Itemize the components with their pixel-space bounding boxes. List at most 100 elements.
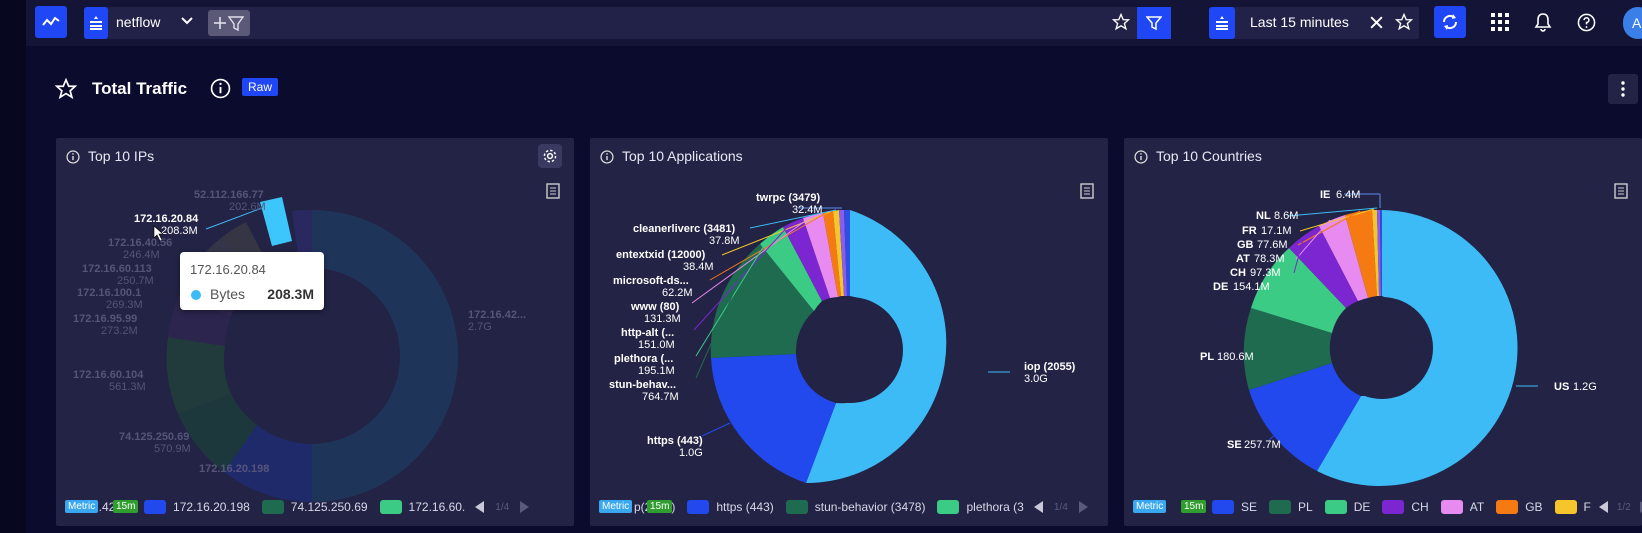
legend-swatch [1382,500,1405,514]
country-label-fr: FR [1242,225,1257,237]
refresh-button[interactable] [1434,6,1466,38]
legend-label: 172.16.60. [408,500,466,514]
index-name[interactable]: netflow [116,14,160,30]
legend-label: plethora (3 [966,500,1024,514]
raw-badge-label: Raw [248,80,273,94]
pager-next-icon[interactable] [519,501,530,513]
country-label-ch: CH [1230,267,1246,279]
more-options-button[interactable] [1608,74,1638,104]
legend-item[interactable]: https (443) [687,500,774,514]
app-label-http-alt: http-alt (... [621,327,674,339]
app-value-microsoft: 62.2M [662,287,693,299]
country-label-gb: GB [1237,239,1254,251]
ip-label-9: 172.16.20.198 [199,463,269,475]
legend-label: DE [1353,500,1371,514]
legend-item[interactable]: plethora (3 [937,500,1024,514]
country-value-gb: 77.6M [1257,239,1288,251]
app-label-iop: iop (2055) [1024,361,1076,373]
ip-label-3: 172.16.40.56 [108,237,172,249]
avatar-letter: A [1632,15,1642,31]
legend-item[interactable]: CH [1382,500,1429,514]
app-value-plethora: 195.1M [638,365,675,377]
ip-value-6: 273.2M [101,325,138,337]
panel-top-applications: Top 10 Applications twrpc (3479) 32.4M c… [590,138,1108,526]
apps-grid-icon[interactable] [1491,13,1509,31]
favorite-star-icon[interactable] [55,78,77,100]
country-value-se: 257.7M [1244,439,1281,451]
app-value-https: 1.0G [679,447,703,459]
app-label-twrpc: twrpc (3479) [756,192,821,204]
app-logo-button[interactable] [35,6,67,38]
help-icon[interactable] [1577,13,1596,32]
time-index-icon [1216,16,1228,30]
legend-swatch [937,500,960,514]
metric-tag: Metric [65,500,99,513]
ip-value-1: 202.6M [229,201,266,213]
legend-swatch [1496,500,1519,514]
info-icon[interactable] [210,78,231,99]
donut-hole [1331,297,1433,399]
legend-item[interactable]: F [1554,500,1591,514]
ips-donut-chart[interactable]: 52.112.166.77 202.6M 172.16.20.84 208.3M… [56,138,574,526]
pager-prev-icon[interactable] [1033,501,1044,513]
country-value-pl: 180.6M [1217,351,1254,363]
index-selector-button[interactable] [84,7,108,39]
star-icon[interactable] [1112,13,1130,31]
time-picker-button[interactable] [1209,7,1235,39]
pulse-icon [42,16,60,26]
applications-donut-chart[interactable]: twrpc (3479) 32.4M cleanerliverc (3481) … [590,138,1108,526]
legend-label: GB [1525,500,1543,514]
legend-item[interactable]: 172.16.60. [379,500,466,514]
filter-icon [1146,16,1162,31]
donut-hole [797,297,903,403]
country-value-at: 78.3M [1254,253,1285,265]
legend-item[interactable]: GB [1496,500,1543,514]
legend-item[interactable]: stun-behavior (3478) [785,500,925,514]
index-icon [90,16,102,30]
country-value-ch: 97.3M [1250,267,1281,279]
ip-label-1: 52.112.166.77 [194,189,264,201]
metric-tag: Metric [1133,500,1167,513]
ip-value-3: 246.4M [123,249,160,261]
tooltip-dot [191,290,201,300]
ip-value-8: 570.9M [154,443,191,455]
close-icon[interactable] [1369,15,1384,30]
window-tag: 15m [113,500,139,513]
legend-item[interactable]: DE [1324,500,1371,514]
app-label-entextxid: entextxid (12000) [616,249,706,261]
legend-label: CH [1411,500,1429,514]
legend-pager: 1/4 [475,501,530,513]
bell-icon[interactable] [1533,12,1553,32]
time-star-icon[interactable] [1395,13,1413,31]
legend-label: PL [1298,500,1313,514]
legend-item[interactable]: AT [1440,500,1484,514]
legend-item[interactable]: 74.125.250.69 [261,500,368,514]
pager-prev-icon[interactable] [1598,501,1609,513]
refresh-icon [1442,14,1458,30]
legend-item[interactable]: PL [1269,500,1313,514]
time-range-label[interactable]: Last 15 minutes [1250,14,1349,30]
legend-item[interactable]: SE [1212,500,1257,514]
ip-label-7: 172.16.60.104 [73,369,144,381]
add-filter-button[interactable] [208,10,250,36]
countries-donut-chart[interactable]: IE 6.4M NL 8.6M FR 17.1M GB 77.6M AT 78.… [1124,138,1642,526]
pager-prev-icon[interactable] [475,501,485,513]
app-value-cleanerliverc: 37.8M [709,235,740,247]
pager-next-icon[interactable] [1078,501,1088,513]
ip-value-5: 269.3M [106,299,143,311]
filter-button[interactable] [1137,7,1171,39]
chevron-down-icon[interactable] [180,14,194,28]
country-label-nl: NL [1256,210,1271,222]
pager-label: 1/2 [1616,501,1631,513]
legend-label: 74.125.250.69 [290,500,368,514]
legend-swatch [144,500,167,514]
panel-top-ips: Top 10 IPs 52.112.166.77 202.6M 172.16.2… [56,138,574,526]
raw-badge[interactable]: Raw [242,78,279,96]
legend-label: F [1583,500,1591,514]
window-tag: 15m [647,500,673,513]
ip-label-6: 172.16.95.99 [73,313,137,325]
slice-ip-10[interactable] [312,210,458,502]
kebab-icon [1621,81,1625,97]
legend-item[interactable]: 172.16.20.198 [144,500,250,514]
legend-label: https (443) [716,500,774,514]
